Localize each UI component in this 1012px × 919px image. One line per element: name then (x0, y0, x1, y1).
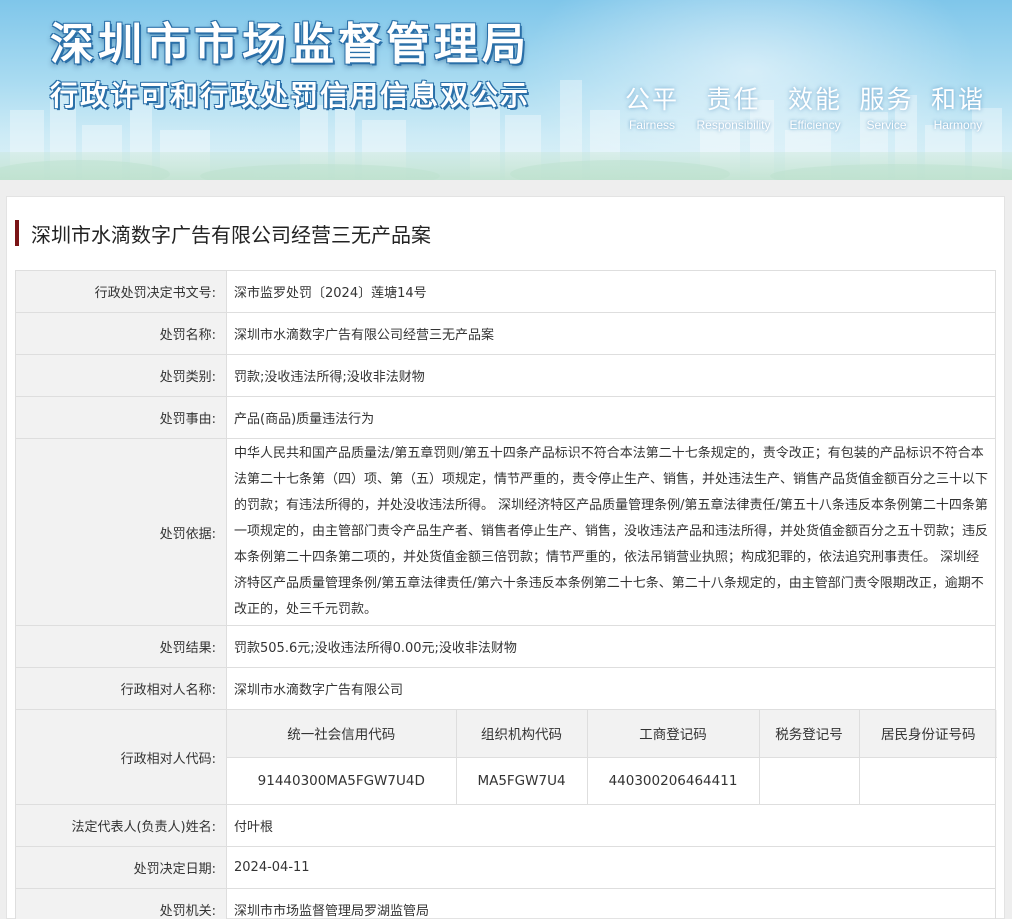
value-service: 服务 Service (859, 80, 913, 132)
decision-no-value: 深市监罗处罚〔2024〕莲塘14号 (226, 270, 996, 313)
id-card-header: 居民身份证号码 (858, 710, 997, 758)
tax-reg-header: 税务登记号 (758, 710, 860, 758)
credit-code-value: 91440300MA5FGW7U4D (227, 756, 457, 804)
table-row: 处罚名称: 深圳市水滴数字广告有限公司经营三无产品案 (15, 312, 996, 355)
value-efficiency: 效能 Efficiency (788, 80, 842, 132)
case-title: 深圳市水滴数字广告有限公司经营三无产品案 (15, 219, 431, 247)
table-row: 法定代表人(负责人)姓名: 付叶根 (15, 804, 996, 847)
title-accent-bar (15, 220, 19, 246)
penalty-reason-value: 产品(商品)质量违法行为 (226, 396, 996, 439)
value-cn: 服务 (859, 85, 914, 114)
decision-no-label: 行政处罚决定书文号: (15, 270, 227, 313)
decision-date-label: 处罚决定日期: (15, 846, 227, 889)
banner-ground (0, 152, 1012, 180)
bureau-subtitle: 行政许可和行政处罚信用信息双公示 (50, 79, 531, 112)
org-code-header: 组织机构代码 (455, 710, 588, 758)
penalty-result-value: 罚款505.6元;没收违法所得0.00元;没收非法财物 (226, 625, 996, 668)
value-cn: 责任 (706, 85, 761, 114)
value-en: Harmony (933, 118, 983, 132)
table-row: 行政处罚决定书文号: 深市监罗处罚〔2024〕莲塘14号 (15, 270, 996, 313)
value-en: Responsibility (696, 118, 771, 132)
legal-rep-label: 法定代表人(负责人)姓名: (15, 804, 227, 847)
core-values: 公平 Fairness 责任 Responsibility 效能 Efficie… (625, 80, 985, 132)
table-row: 处罚事由: 产品(商品)质量违法行为 (15, 396, 996, 439)
value-en: Efficiency (789, 118, 841, 132)
code-value-row: 91440300MA5FGW7U4D MA5FGW7U4 44030020646… (227, 756, 997, 804)
table-row: 行政相对人名称: 深圳市水滴数字广告有限公司 (15, 667, 996, 710)
business-reg-header: 工商登记码 (586, 710, 760, 758)
party-code-cell: 统一社会信用代码 组织机构代码 工商登记码 税务登记号 居民身份证号码 9144… (226, 709, 997, 805)
penalty-basis-label: 处罚依据: (15, 438, 227, 626)
org-code-value: MA5FGW7U4 (455, 756, 588, 804)
table-row: 处罚类别: 罚款;没收违法所得;没收非法财物 (15, 354, 996, 397)
party-code-label: 行政相对人代码: (15, 709, 227, 805)
id-card-value (858, 756, 997, 804)
authority-value: 深圳市市场监督管理局罗湖监管局 (226, 888, 996, 919)
tax-reg-value (758, 756, 860, 804)
party-name-value: 深圳市水滴数字广告有限公司 (226, 667, 996, 710)
table-row: 处罚依据: 中华人民共和国产品质量法/第五章罚则/第五十四条产品标识不符合本法第… (15, 438, 996, 626)
penalty-type-label: 处罚类别: (15, 354, 227, 397)
case-title-text: 深圳市水滴数字广告有限公司经营三无产品案 (31, 222, 431, 247)
business-reg-value: 440300206464411 (586, 756, 760, 804)
penalty-type-value: 罚款;没收违法所得;没收非法财物 (226, 354, 996, 397)
value-cn: 效能 (788, 85, 843, 114)
table-row: 行政相对人代码: 统一社会信用代码 组织机构代码 工商登记码 税务登记号 居民身… (15, 709, 997, 805)
legal-rep-value: 付叶根 (226, 804, 996, 847)
value-fairness: 公平 Fairness (625, 80, 679, 132)
value-harmony: 和谐 Harmony (931, 80, 985, 132)
penalty-info-table: 行政处罚决定书文号: 深市监罗处罚〔2024〕莲塘14号 处罚名称: 深圳市水滴… (15, 270, 997, 919)
table-row: 处罚机关: 深圳市市场监督管理局罗湖监管局 (15, 888, 996, 919)
penalty-name-label: 处罚名称: (15, 312, 227, 355)
penalty-basis-value: 中华人民共和国产品质量法/第五章罚则/第五十四条产品标识不符合本法第二十七条规定… (226, 438, 996, 626)
decision-date-value: 2024-04-11 (226, 846, 996, 889)
value-cn: 和谐 (930, 85, 985, 114)
value-responsibility: 责任 Responsibility (696, 80, 770, 132)
value-en: Service (866, 118, 907, 132)
penalty-reason-label: 处罚事由: (15, 396, 227, 439)
header-banner: 深圳市市场监督管理局 行政许可和行政处罚信用信息双公示 公平 Fairness … (0, 0, 1012, 180)
code-header-row: 统一社会信用代码 组织机构代码 工商登记码 税务登记号 居民身份证号码 (227, 710, 997, 758)
table-row: 处罚结果: 罚款505.6元;没收违法所得0.00元;没收非法财物 (15, 625, 996, 668)
case-detail-card: 深圳市水滴数字广告有限公司经营三无产品案 行政处罚决定书文号: 深市监罗处罚〔2… (6, 196, 1005, 919)
bureau-title: 深圳市市场监督管理局 (50, 19, 530, 70)
value-cn: 公平 (625, 85, 680, 114)
credit-code-header: 统一社会信用代码 (227, 710, 457, 758)
penalty-name-value: 深圳市水滴数字广告有限公司经营三无产品案 (226, 312, 996, 355)
party-name-label: 行政相对人名称: (15, 667, 227, 710)
value-en: Fairness (629, 118, 676, 132)
table-row: 处罚决定日期: 2024-04-11 (15, 846, 996, 889)
penalty-result-label: 处罚结果: (15, 625, 227, 668)
authority-label: 处罚机关: (15, 888, 227, 919)
party-code-table: 统一社会信用代码 组织机构代码 工商登记码 税务登记号 居民身份证号码 9144… (227, 710, 997, 804)
